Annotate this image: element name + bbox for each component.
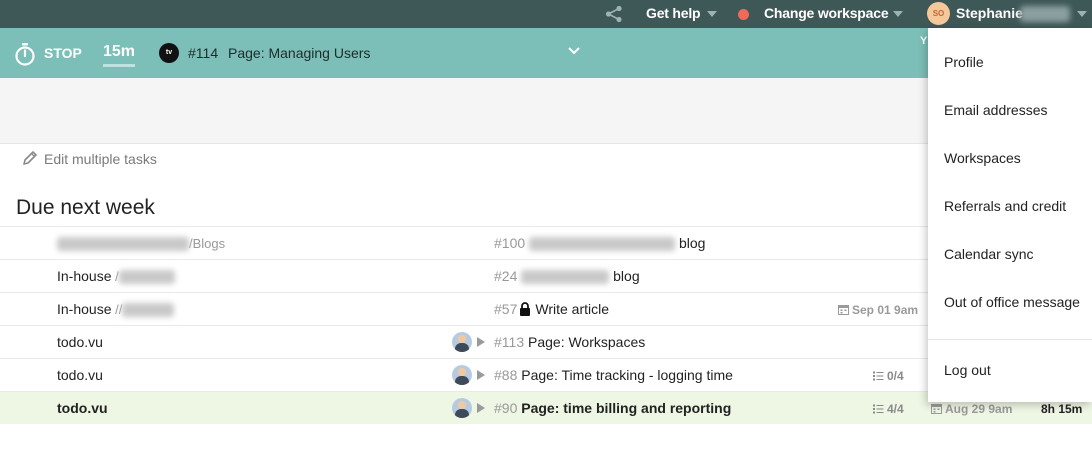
tracked-time: 8h 15m	[1041, 402, 1083, 416]
redacted-text	[57, 237, 189, 252]
menu-divider	[928, 339, 1092, 340]
task-project[interactable]: todo.vu	[57, 334, 103, 350]
due-date[interactable]: Aug 29 9am	[931, 402, 1012, 416]
play-icon[interactable]	[477, 403, 485, 413]
assignee-avatar[interactable]	[452, 398, 472, 418]
calendar-icon	[838, 305, 849, 315]
chevron-down-icon[interactable]	[893, 11, 903, 17]
task-title-cell[interactable]: #113 Page: Workspaces	[494, 334, 645, 350]
share-icon[interactable]	[604, 5, 624, 23]
timer-task-title[interactable]: Page: Managing Users	[228, 45, 370, 61]
change-workspace-menu[interactable]: Change workspace	[764, 5, 889, 21]
menu-item-email-addresses[interactable]: Email addresses	[944, 102, 1048, 118]
user-menu-dropdown: Profile Email addresses Workspaces Refer…	[928, 28, 1092, 402]
pencil-icon	[23, 151, 37, 165]
task-project[interactable]: In-house //	[57, 301, 175, 318]
task-title-cell[interactable]: #57 Write article	[494, 301, 609, 317]
redacted-text	[529, 237, 676, 252]
menu-item-referrals[interactable]: Referrals and credit	[944, 198, 1066, 214]
chevron-down-icon[interactable]	[707, 11, 717, 17]
task-project[interactable]: In-house /	[57, 268, 175, 285]
elapsed-time: 15m	[103, 43, 136, 60]
menu-item-calendar-sync[interactable]: Calendar sync	[944, 246, 1034, 262]
redacted-surname	[1020, 6, 1070, 22]
timer-task-number[interactable]: #114	[188, 45, 218, 61]
stopwatch-icon[interactable]	[14, 42, 36, 66]
top-navigation-bar: Get help Change workspace SO Stephanie	[0, 0, 1092, 28]
user-name[interactable]: Stephanie	[956, 5, 1023, 21]
task-project[interactable]: /Blogs	[57, 235, 225, 252]
task-title-cell[interactable]: #100 blog	[494, 235, 705, 252]
assignee-avatar[interactable]	[452, 332, 472, 352]
menu-item-logout[interactable]: Log out	[944, 362, 991, 378]
lock-icon	[520, 302, 531, 316]
menu-item-profile[interactable]: Profile	[944, 54, 984, 70]
due-date[interactable]: Sep 01 9am	[838, 303, 918, 317]
stop-timer-button[interactable]: STOP	[44, 45, 82, 61]
edit-multiple-label: Edit multiple tasks	[44, 151, 157, 167]
menu-item-workspaces[interactable]: Workspaces	[944, 150, 1021, 166]
task-title-cell[interactable]: #24 blog	[494, 268, 640, 285]
task-title-cell[interactable]: #90 Page: time billing and reporting	[494, 400, 731, 416]
task-project[interactable]: todo.vu	[57, 400, 108, 416]
redacted-text	[118, 270, 175, 285]
calendar-icon	[931, 404, 942, 414]
redacted-text	[122, 303, 175, 318]
edit-multiple-tasks-link[interactable]: Edit multiple tasks	[22, 150, 157, 167]
elapsed-underline	[103, 64, 135, 67]
chevron-down-icon[interactable]	[568, 46, 580, 56]
checklist-icon	[873, 404, 884, 414]
assignee-avatar[interactable]	[452, 365, 472, 385]
user-avatar[interactable]: SO	[927, 2, 950, 25]
section-heading: Due next week	[16, 196, 155, 219]
menu-item-out-of-office[interactable]: Out of office message	[944, 294, 1080, 310]
task-project[interactable]: todo.vu	[57, 367, 103, 383]
status-dot	[738, 9, 749, 20]
task-title-cell[interactable]: #88 Page: Time tracking - logging time	[494, 367, 733, 383]
play-icon[interactable]	[477, 337, 485, 347]
chevron-down-icon[interactable]	[1077, 11, 1087, 17]
project-logo: tv	[159, 43, 179, 63]
truncated-text: Y	[920, 35, 928, 47]
redacted-text	[521, 270, 610, 285]
checklist-progress: 0/4	[873, 369, 904, 383]
checklist-progress: 4/4	[873, 402, 904, 416]
checklist-icon	[873, 371, 884, 381]
get-help-menu[interactable]: Get help	[646, 5, 701, 21]
play-icon[interactable]	[477, 370, 485, 380]
